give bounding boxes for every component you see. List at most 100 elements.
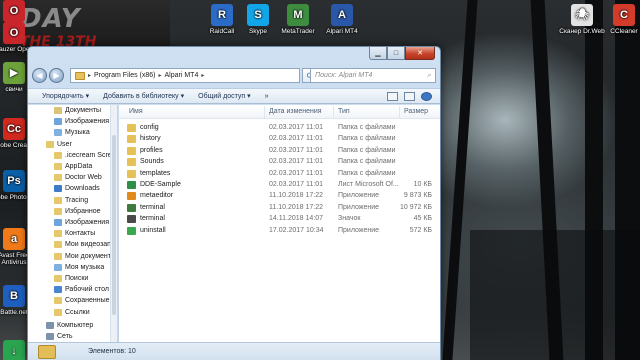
folder-icon (54, 308, 62, 316)
column-header: Имя Дата изменения Тип Размер (119, 105, 440, 119)
nav-item-label: Моя музыка (65, 263, 105, 271)
file-row[interactable]: metaeditor 11.10.2018 17:22 Приложение 9 87… (119, 191, 440, 202)
column-date[interactable]: Дата изменения (269, 108, 322, 115)
share-button[interactable]: Общий доступ ▾ (198, 92, 251, 100)
file-name: history (140, 135, 161, 143)
organize-button[interactable]: Упорядочить ▾ (42, 92, 89, 100)
nav-item-label: Tracing (65, 196, 89, 204)
nav-item[interactable]: Сеть (46, 333, 73, 340)
file-date: 02.03.2017 11:01 (269, 158, 323, 166)
nav-scrollbar[interactable] (110, 105, 117, 342)
folder-icon (46, 333, 54, 340)
file-date: 02.03.2017 11:01 (269, 124, 323, 131)
nav-item[interactable]: Документы (54, 107, 101, 114)
nav-scrollbar-thumb[interactable] (112, 135, 116, 315)
nav-item[interactable]: Мои документ (54, 252, 111, 260)
view-options-icon[interactable] (387, 91, 398, 101)
file-row[interactable]: config 02.03.2017 11:01 Папка с файлами (119, 123, 440, 134)
file-size: 45 КБ (413, 215, 432, 223)
file-type: Приложение (338, 192, 380, 200)
item-count: Элементов: 10 (88, 348, 136, 355)
nav-item[interactable]: Рабочий стол (54, 286, 109, 294)
folder-icon (127, 124, 136, 132)
search-placeholder: Поиск: Alpari MT4 (315, 72, 373, 79)
file-row[interactable]: DDE-Sample 02.03.2017 11:01 Лист Microsoft… (119, 180, 440, 191)
nav-item[interactable]: Избранное (54, 207, 100, 215)
desktop-icon-label: CCleaner (610, 28, 638, 35)
nav-item[interactable]: Downloads (54, 185, 100, 193)
file-size: 9 873 КБ (403, 192, 432, 200)
nav-item[interactable]: Музыка (54, 129, 90, 137)
nav-item[interactable]: Tracing (54, 196, 89, 204)
file-date: 11.10.2018 17:22 (269, 203, 323, 211)
command-bar: Упорядочить ▾ Добавить в библиотеку ▾ Об… (28, 88, 440, 104)
desktop-icon-label: Alpari MT4 (326, 28, 358, 35)
nav-item[interactable]: User (46, 140, 72, 148)
nav-item[interactable]: .icecream Scree (54, 151, 116, 159)
add-to-library-button[interactable]: Добавить в библиотеку ▾ (103, 92, 184, 100)
column-type[interactable]: Тип (338, 108, 350, 115)
file-name: config (140, 124, 159, 131)
desktop-icon[interactable]: A Alpari MT4 (316, 4, 368, 35)
file-date: 14.11.2018 14:07 (269, 215, 323, 223)
close-button[interactable]: ✕ (405, 47, 435, 60)
file-name: terminal (140, 203, 165, 211)
file-date: 02.03.2017 11:01 (269, 181, 323, 188)
file-row[interactable]: history 02.03.2017 11:01 Папка с файлами (119, 134, 440, 145)
column-size[interactable]: Размер (404, 108, 428, 115)
nav-item-label: Контакты (65, 230, 96, 238)
help-icon[interactable] (421, 91, 432, 101)
file-row[interactable]: templates 02.03.2017 11:01 Папка с файлами (119, 169, 440, 180)
file-row[interactable]: uninstall 17.02.2017 10:34 Приложение 572 К… (119, 226, 440, 237)
nav-item-label: Ссылки (65, 308, 90, 316)
file-type: Папка с файлами (338, 158, 396, 166)
nav-item[interactable]: Моя музыка (54, 263, 105, 271)
breadcrumb-item[interactable]: Program Files (x86) (94, 72, 155, 79)
nav-item-label: Музыка (65, 129, 90, 137)
minimize-button[interactable]: ▁ (369, 47, 387, 60)
folder-icon (54, 185, 62, 193)
forward-arrow-icon[interactable]: ▶ (49, 68, 64, 83)
nav-item[interactable]: Изображения (54, 118, 109, 126)
folder-icon (54, 207, 62, 215)
folder-icon (54, 107, 62, 114)
file-name: uninstall (140, 226, 166, 234)
file-name: terminal (140, 215, 165, 223)
folder-icon (54, 263, 62, 271)
nav-item[interactable]: Сохраненные (54, 297, 110, 305)
app-icon: ▶ (3, 62, 25, 84)
nav-item[interactable]: Мои видеозап (54, 241, 111, 249)
nav-item[interactable]: AppData (54, 163, 92, 170)
maximize-button[interactable]: □ (387, 47, 405, 60)
nav-item[interactable]: Контакты (54, 230, 96, 238)
file-name: DDE-Sample (140, 181, 181, 188)
more-commands-button[interactable]: » (265, 93, 269, 100)
nav-item[interactable]: Изображения (54, 219, 109, 226)
nav-item[interactable]: Поиски (54, 275, 88, 282)
breadcrumb-item[interactable]: Alpari MT4 (165, 72, 199, 79)
file-row[interactable]: terminal 11.10.2018 17:22 Приложение 10 972… (119, 203, 440, 214)
desktop-icon[interactable]: C CCleaner (598, 4, 640, 35)
address-bar[interactable]: ▸ Program Files (x86) ▸ Alpari MT4 ▸ (70, 68, 300, 83)
app-icon: O (3, 0, 25, 22)
file-row[interactable]: profiles 02.03.2017 11:01 Папка с файлами (119, 146, 440, 157)
search-input[interactable]: Поиск: Alpari MT4 ⌕ (310, 68, 436, 83)
app-icon: 🕷 (571, 4, 593, 26)
file-icon (127, 192, 136, 201)
nav-item[interactable]: Doctor Web (54, 174, 102, 182)
column-name[interactable]: Имя (129, 108, 143, 115)
app-icon: a (3, 228, 25, 250)
back-arrow-icon[interactable]: ◀ (32, 68, 47, 83)
folder-icon (54, 219, 62, 226)
file-row[interactable]: terminal 14.11.2018 14:07 Значок 45 КБ (119, 214, 440, 225)
folder-icon (54, 163, 62, 170)
file-date: 02.03.2017 11:01 (269, 135, 323, 143)
nav-item-label: Doctor Web (65, 174, 102, 182)
folder-icon (127, 146, 136, 155)
app-icon: Cc (3, 118, 25, 140)
nav-item[interactable]: Ссылки (54, 308, 90, 316)
folder-icon (54, 151, 62, 159)
nav-item[interactable]: Компьютер (46, 321, 93, 329)
preview-pane-icon[interactable] (404, 91, 415, 101)
file-row[interactable]: Sounds 02.03.2017 11:01 Папка с файлами (119, 157, 440, 168)
